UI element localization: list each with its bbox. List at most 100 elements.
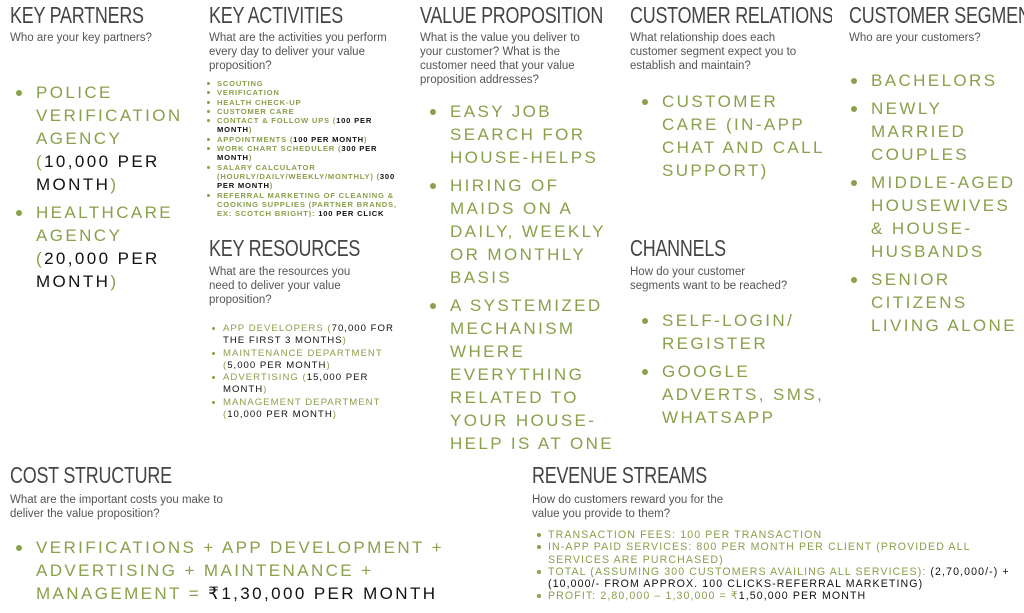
item-text: Customer care	[217, 106, 295, 116]
list-item: Referral marketing of cleaning & cooking…	[205, 191, 409, 217]
item-text: A systemized mechanism where everything …	[450, 296, 614, 451]
item-text: Transaction fees: 100 per transaction	[548, 529, 823, 541]
list-item: Customer care (in-app chat and call supp…	[636, 90, 832, 182]
list-item: Newly married couples	[845, 97, 1024, 166]
amount-text: ₹1,30,000 per month	[208, 584, 438, 603]
block-title: REVENUE STREAMS	[532, 462, 707, 488]
item-text: Profit: 2,80,000 – 1,30,000 = ₹	[548, 590, 739, 603]
list-item: Self-login/ register	[636, 309, 832, 355]
list-item: Customer care	[205, 107, 409, 116]
item-text: Google adverts, SMS, WhatsApp	[662, 362, 825, 427]
item-text: Self-login/ register	[662, 311, 795, 353]
block-title: VALUE PROPOSITION	[420, 2, 604, 28]
value-proposition-block: VALUE PROPOSITION What is the value you …	[410, 0, 622, 451]
key-activities-block: KEY ACTIVITIES What are the activities y…	[199, 0, 412, 219]
list-item: Contact & follow ups (100 per month)	[205, 116, 409, 135]
block-title: CUSTOMER RELATIONSHIPS	[630, 2, 834, 28]
item-text: Senior citizens living alone	[871, 270, 1017, 335]
amount-text: 100 per month	[293, 134, 364, 144]
item-text: )	[342, 335, 347, 347]
item-text: Total (assuming 300 customers availing a…	[548, 565, 931, 578]
item-text: )	[110, 175, 119, 194]
list-item: Transaction fees: 100 per transaction	[534, 529, 1022, 541]
list-item: Bachelors	[845, 69, 1024, 92]
list-item: Senior citizens living alone	[845, 268, 1024, 337]
item-text: )	[269, 181, 274, 191]
channels-list: Self-login/ register Google adverts, SMS,…	[636, 309, 832, 434]
amount-text: 10,000 per month	[36, 152, 160, 194]
item-text: App developers (	[223, 323, 332, 334]
customer-segments-block: CUSTOMER SEGMENTS Who are your customers…	[832, 0, 1024, 451]
list-item: Health check-up	[205, 98, 409, 107]
item-text: Salary calculator (hourly/daily/weekly/m…	[217, 162, 380, 181]
amount-text: 20,000 per month	[36, 249, 160, 291]
list-item: Healthcare agency (20,000 per month)	[10, 201, 195, 293]
list-item: Advertising (15,000 per month)	[209, 372, 409, 397]
list-item: App developers (70,000 for the first 3 m…	[209, 323, 409, 348]
block-title: KEY RESOURCES	[209, 235, 361, 261]
block-question: What are the resources you need to deliv…	[209, 266, 351, 306]
block-question: Who are your key partners?	[10, 32, 152, 44]
customer-relationships-list: Customer care (in-app chat and call supp…	[636, 90, 832, 187]
key-partners-block: KEY PARTNERS Who are your key partners? …	[0, 0, 201, 451]
block-question: How do customers reward you for the valu…	[532, 494, 724, 520]
list-item: Total (assuming 300 customers availing a…	[534, 566, 1022, 591]
cost-structure-list: Verifications + App development + advert…	[10, 536, 480, 610]
amount-text: 1,50,000 per month	[738, 590, 867, 603]
list-item: Profit: 2,80,000 – 1,30,000 = ₹1,50,000 …	[534, 590, 1022, 602]
item-text: Newly married couples	[871, 99, 970, 164]
list-item: Management department (10,000 per month)	[209, 397, 409, 422]
item-text: In-app paid services: 800 per month per …	[548, 541, 971, 566]
list-item: Work chart scheduler (300 per month)	[205, 144, 409, 163]
key-resources-list: App developers (70,000 for the first 3 m…	[209, 323, 409, 421]
channels-block: CHANNELS How do your customer segments w…	[620, 217, 834, 451]
item-text: )	[363, 134, 368, 144]
key-resources-block: KEY RESOURCES What are the resources you…	[199, 217, 412, 451]
item-text: Advertising (	[223, 372, 307, 384]
amount-text: 5,000 per month	[227, 359, 327, 371]
revenue-streams-block: REVENUE STREAMS How do customers reward …	[518, 449, 1024, 613]
item-text: Scouting	[217, 79, 264, 88]
customer-segments-list: Bachelors Newly married couples Middle-age…	[845, 69, 1024, 342]
item-text: )	[332, 409, 337, 421]
list-item: In-app paid services: 800 per month per …	[534, 541, 1022, 566]
block-question: What relationship does each customer seg…	[630, 32, 797, 72]
block-question: What is the value you deliver to your cu…	[420, 32, 580, 86]
item-text: )	[248, 125, 253, 135]
item-text: Middle-aged housewives & house-husbands	[871, 173, 1016, 261]
block-title: COST STRUCTURE	[10, 462, 172, 488]
customer-relationships-block: CUSTOMER RELATIONSHIPS What relationship…	[620, 0, 834, 219]
block-question: What are the important costs you make to…	[10, 494, 223, 520]
amount-text: 10,000 per month	[227, 409, 333, 421]
key-activities-list: Scouting Verification Health check-up Custo…	[205, 79, 409, 217]
list-item: Scouting	[205, 79, 409, 88]
list-item: A systemized mechanism where everything …	[424, 294, 620, 451]
list-item: Google adverts, SMS, WhatsApp	[636, 360, 832, 429]
item-text: )	[110, 272, 119, 291]
item-text: Health check-up	[217, 97, 302, 107]
list-item: Maintenance department (5,000 per month)	[209, 348, 409, 373]
key-partners-list: Police verification agency (10,000 per m…	[10, 81, 195, 298]
list-item: Verifications + App development + advert…	[10, 536, 480, 605]
block-title: CHANNELS	[630, 235, 726, 261]
value-proposition-list: Easy job search for house-helps Hiring of…	[424, 100, 620, 451]
list-item: Middle-aged housewives & house-husbands	[845, 171, 1024, 263]
item-text: )	[326, 359, 331, 371]
item-text: Customer care (in-app chat and call supp…	[662, 92, 825, 180]
item-text: Appointments (	[217, 134, 294, 144]
cost-structure-block: COST STRUCTURE What are the important co…	[0, 449, 520, 613]
block-question: What are the activities you perform ever…	[209, 32, 387, 72]
list-item: Salary calculator (hourly/daily/weekly/m…	[205, 163, 409, 191]
block-title: KEY PARTNERS	[10, 2, 144, 28]
block-title: CUSTOMER SEGMENTS	[849, 2, 1024, 28]
item-text: Bachelors	[871, 71, 998, 90]
item-text: )	[263, 384, 268, 396]
list-item: Appointments (100 per month)	[205, 135, 409, 144]
item-text: Verification	[217, 88, 280, 98]
item-text: )	[248, 153, 253, 163]
item-text: Work chart scheduler (	[217, 144, 342, 154]
list-item: Easy job search for house-helps	[424, 100, 620, 169]
list-item: Verification	[205, 88, 409, 97]
block-question: How do your customer segments want to be…	[630, 266, 788, 292]
item-text: Hiring of maids on a daily, weekly or mo…	[450, 176, 606, 287]
